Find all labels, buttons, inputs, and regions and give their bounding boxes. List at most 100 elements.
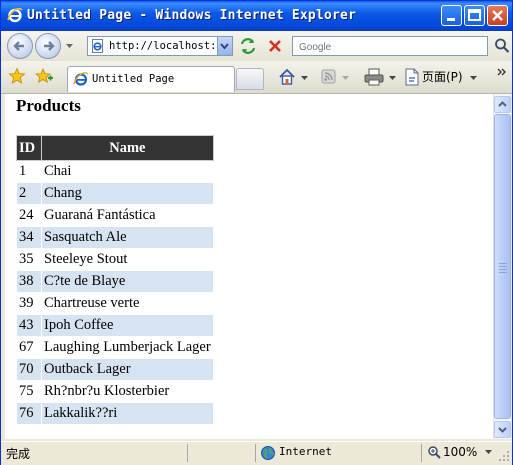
cell-id: 24 (16, 204, 42, 227)
cell-id: 39 (16, 292, 42, 315)
zoom-panel[interactable]: 100% (421, 444, 493, 462)
cell-name: Chartreuse verte (41, 292, 214, 315)
page-icon (92, 39, 103, 53)
scroll-down-button[interactable] (494, 421, 511, 438)
zoom-icon (428, 446, 441, 459)
minimize-button[interactable] (441, 5, 462, 26)
table-row: 70 Outback Lager (16, 358, 214, 381)
history-dropdown-icon[interactable] (65, 41, 74, 50)
search-field[interactable] (292, 36, 488, 57)
address-field[interactable]: http://localhost:: (87, 36, 233, 56)
chevron-up-icon (498, 101, 507, 107)
cell-name: Chai (41, 160, 214, 183)
search-input[interactable] (297, 38, 481, 57)
cell-id: 35 (16, 248, 42, 271)
maximize-button[interactable] (464, 5, 485, 26)
chevron-down-icon[interactable] (388, 67, 397, 87)
thumb-grip (499, 266, 507, 267)
cell-name: Sasquatch Ale (41, 226, 214, 249)
column-header-name: Name (41, 135, 214, 161)
ie-logo-icon (73, 72, 89, 86)
close-button[interactable] (487, 5, 508, 26)
thumb-grip (499, 263, 507, 264)
tab-label: Untitled Page (92, 73, 175, 85)
security-zone-panel[interactable]: Internet (255, 444, 421, 462)
new-tab-button[interactable] (236, 68, 264, 90)
page-menu-label[interactable]: 页面(P) (422, 68, 463, 85)
scrollbar-thumb[interactable] (494, 114, 511, 419)
table-row: 76 Lakkalik??ri (16, 402, 214, 425)
cell-id: 34 (16, 226, 42, 249)
table-row: 35 Steeleye Stout (16, 248, 214, 271)
title-bar[interactable]: Untitled Page - Windows Internet Explore… (1, 1, 512, 31)
address-toolbar: http://localhost:: (1, 31, 512, 61)
vertical-scrollbar[interactable] (493, 94, 511, 439)
security-zone-label: Internet (279, 445, 332, 458)
url-text: http://localhost:: (109, 40, 223, 52)
cell-name: Lakkalik??ri (41, 402, 214, 425)
favorites-star-icon[interactable] (8, 67, 26, 85)
status-bar: 完成 Internet 100% (1, 441, 512, 465)
cell-name: Ipoh Coffee (41, 314, 214, 337)
search-icon[interactable] (493, 36, 511, 56)
home-icon[interactable] (277, 67, 297, 87)
add-favorite-icon[interactable] (35, 67, 53, 85)
cell-id: 75 (16, 380, 42, 403)
minimize-icon (447, 18, 455, 21)
thumb-grip (499, 269, 507, 270)
cell-name: C?te de Blaye (41, 270, 214, 293)
thumb-grip (499, 272, 507, 273)
cell-id: 70 (16, 358, 42, 381)
back-button[interactable] (7, 33, 33, 59)
chevron-down-icon (485, 450, 492, 454)
stop-icon[interactable] (265, 36, 285, 56)
table-row: 34 Sasquatch Ale (16, 226, 214, 249)
status-panel (187, 444, 255, 462)
cell-id: 2 (16, 182, 42, 205)
chevron-down-icon[interactable] (469, 67, 478, 87)
page-content: Products ID Name 1 Chai 2 Chang 24 Guaraná Fa… (5, 94, 493, 439)
globe-icon (261, 446, 275, 460)
tab-untitled-page[interactable]: Untitled Page (67, 66, 235, 92)
table-header-row: ID Name (16, 135, 214, 161)
cell-id: 76 (16, 402, 42, 425)
scroll-up-button[interactable] (494, 96, 511, 113)
cell-name: Rh?nbr?u Klosterbier (41, 380, 214, 403)
ie-logo-icon (7, 7, 23, 23)
back-arrow-icon (13, 41, 24, 51)
resize-grip-icon[interactable] (498, 450, 510, 462)
maximize-icon (468, 9, 481, 21)
table-row: 39 Chartreuse verte (16, 292, 214, 315)
table-row: 2 Chang (16, 182, 214, 205)
feeds-icon[interactable] (320, 67, 338, 87)
cell-id: 67 (16, 336, 42, 359)
cell-name: Guaraná Fantástica (41, 204, 214, 227)
products-table: ID Name 1 Chai 2 Chang 24 Guaraná Fantástica 3… (16, 135, 214, 425)
chevron-down-icon (498, 427, 507, 433)
chevron-down-icon (220, 43, 229, 50)
cell-id: 43 (16, 314, 42, 337)
chevron-down-icon[interactable] (341, 67, 350, 87)
table-row: 1 Chai (16, 160, 214, 183)
address-dropdown-button[interactable] (217, 37, 232, 55)
table-row: 24 Guaraná Fantástica (16, 204, 214, 227)
zoom-level: 100% (443, 445, 478, 459)
table-row: 75 Rh?nbr?u Klosterbier (16, 380, 214, 403)
browser-window: Untitled Page - Windows Internet Explore… (0, 0, 513, 465)
forward-button[interactable] (35, 33, 61, 59)
window-title: Untitled Page - Windows Internet Explore… (27, 8, 357, 23)
refresh-icon[interactable] (238, 36, 258, 56)
table-row: 38 C?te de Blaye (16, 270, 214, 293)
table-row: 43 Ipoh Coffee (16, 314, 214, 337)
cell-name: Outback Lager (41, 358, 214, 381)
cell-name: Laughing Lumberjack Lager (41, 336, 214, 359)
chevron-down-icon[interactable] (300, 67, 309, 87)
chevron-right-double-icon[interactable] (496, 63, 508, 83)
print-icon[interactable] (363, 67, 385, 87)
column-header-id: ID (16, 135, 42, 161)
cell-name: Steeleye Stout (41, 248, 214, 271)
page-heading: Products (16, 96, 81, 115)
cell-name: Chang (41, 182, 214, 205)
page-menu-icon[interactable] (403, 67, 421, 87)
status-text: 完成 (6, 447, 31, 461)
